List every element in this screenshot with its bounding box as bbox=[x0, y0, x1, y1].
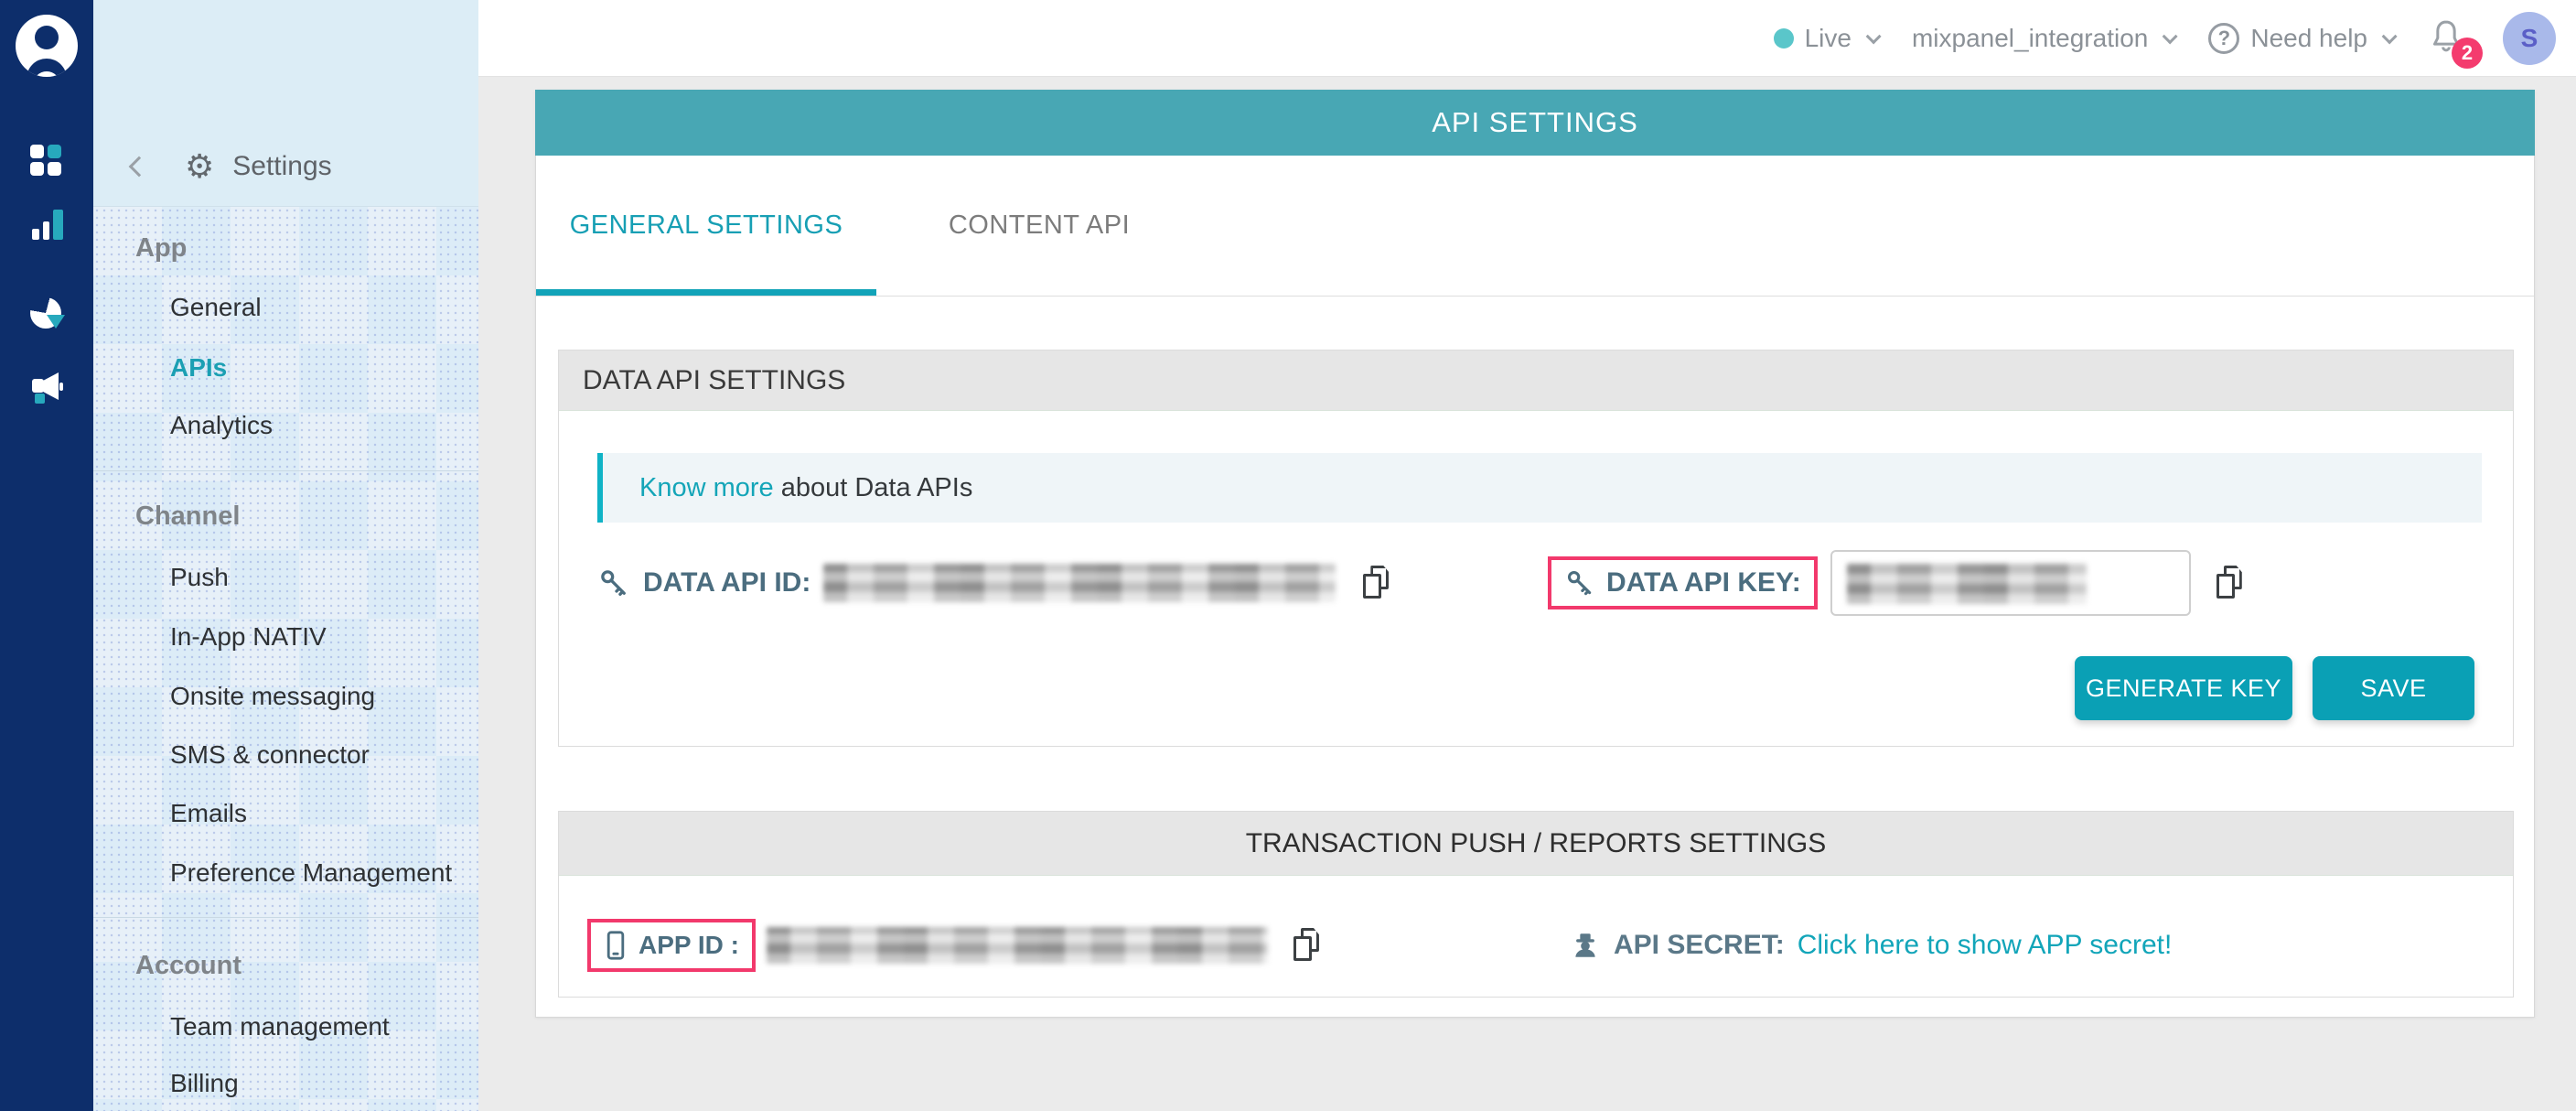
project-name: mixpanel_integration bbox=[1912, 24, 2148, 53]
sidebar-item-apis[interactable]: APIs bbox=[170, 353, 227, 383]
data-api-key-highlight-box: DATA API KEY: bbox=[1548, 556, 1818, 609]
notification-count-badge: 2 bbox=[2452, 38, 2483, 69]
sidebar-item-inapp-nativ[interactable]: In-App NATIV bbox=[170, 622, 327, 652]
analytics-bars-icon[interactable] bbox=[30, 207, 63, 240]
app-root: ⚙ Settings App General APIs Analytics Ch… bbox=[0, 0, 2576, 1111]
sidebar-section-app: App bbox=[135, 233, 187, 264]
sidebar-item-onsite-messaging[interactable]: Onsite messaging bbox=[170, 682, 375, 711]
data-api-settings-header: DATA API SETTINGS bbox=[559, 351, 2513, 411]
project-dropdown[interactable]: mixpanel_integration bbox=[1912, 24, 2174, 53]
chevron-down-icon bbox=[2163, 28, 2178, 44]
app-id-value-redacted bbox=[767, 927, 1268, 964]
data-api-id-row: DATA API ID: bbox=[597, 556, 1392, 610]
know-more-text: about Data APIs bbox=[774, 473, 973, 503]
api-secret-label: API SECRET: bbox=[1614, 930, 1785, 961]
sidebar-divider bbox=[93, 917, 478, 918]
help-label: Need help bbox=[2250, 24, 2367, 53]
sidebar-item-sms-connector[interactable]: SMS & connector bbox=[170, 740, 370, 770]
sidebar-item-team-management[interactable]: Team management bbox=[170, 1012, 390, 1041]
sidebar-item-emails[interactable]: Emails bbox=[170, 799, 247, 828]
generate-key-button[interactable]: GENERATE KEY bbox=[2075, 656, 2292, 720]
app-id-label: APP ID : bbox=[639, 931, 739, 960]
api-settings-card: API SETTINGS GENERAL SETTINGS CONTENT AP… bbox=[535, 90, 2535, 1018]
sidebar-title: Settings bbox=[232, 151, 331, 182]
know-more-infobox: Know more about Data APIs bbox=[597, 453, 2482, 523]
transaction-push-section: TRANSACTION PUSH / REPORTS SETTINGS APP … bbox=[558, 811, 2514, 998]
campaigns-megaphone-icon[interactable] bbox=[30, 371, 63, 404]
notifications-button[interactable]: 2 bbox=[2428, 16, 2468, 61]
data-api-key-row: DATA API KEY: bbox=[1548, 543, 2246, 623]
chevron-down-icon bbox=[2382, 28, 2398, 44]
sidebar-nav: App General APIs Analytics Channel Push … bbox=[93, 207, 478, 1111]
copy-icon[interactable] bbox=[1293, 928, 1323, 963]
settings-sidebar: ⚙ Settings App General APIs Analytics Ch… bbox=[93, 0, 478, 1111]
data-api-buttons: GENERATE KEY SAVE bbox=[2075, 656, 2474, 720]
key-icon bbox=[1564, 567, 1595, 599]
sidebar-item-analytics[interactable]: Analytics bbox=[170, 411, 273, 440]
dashboard-grid-icon[interactable] bbox=[30, 145, 63, 178]
tab-bar: GENERAL SETTINGS CONTENT API bbox=[536, 156, 2534, 297]
app-rail bbox=[0, 0, 93, 1111]
data-api-id-label: DATA API ID: bbox=[643, 567, 810, 599]
app-id-row: APP ID : bbox=[587, 911, 1323, 980]
page-title: API SETTINGS bbox=[535, 90, 2535, 156]
sidebar-divider bbox=[93, 470, 478, 471]
sidebar-section-channel: Channel bbox=[135, 502, 240, 532]
key-icon bbox=[597, 566, 630, 599]
sidebar-item-general[interactable]: General bbox=[170, 293, 262, 322]
secret-agent-icon bbox=[1570, 930, 1601, 961]
app-id-highlight-box: APP ID : bbox=[587, 919, 756, 972]
tab-general-settings[interactable]: GENERAL SETTINGS bbox=[536, 156, 876, 296]
tab-content-api[interactable]: CONTENT API bbox=[902, 156, 1176, 296]
chevron-down-icon bbox=[1866, 28, 1882, 44]
top-bar: Live mixpanel_integration ? Need help 2 … bbox=[478, 0, 2576, 77]
user-avatar[interactable]: S bbox=[2503, 12, 2556, 65]
live-status-dot-icon bbox=[1774, 28, 1794, 49]
data-api-settings-section: DATA API SETTINGS Know more about Data A… bbox=[558, 350, 2514, 747]
copy-icon[interactable] bbox=[1363, 566, 1392, 600]
data-api-id-value-redacted bbox=[823, 564, 1336, 602]
know-more-link[interactable]: Know more bbox=[639, 473, 774, 503]
live-label: Live bbox=[1805, 24, 1852, 53]
data-api-key-input[interactable] bbox=[1830, 550, 2191, 616]
sidebar-section-account: Account bbox=[135, 951, 242, 981]
transaction-push-header: TRANSACTION PUSH / REPORTS SETTINGS bbox=[559, 812, 2513, 876]
copy-icon[interactable] bbox=[2216, 566, 2246, 600]
show-app-secret-link[interactable]: Click here to show APP secret! bbox=[1798, 930, 2173, 961]
brand-logo-icon[interactable] bbox=[16, 15, 78, 77]
sidebar-item-billing[interactable]: Billing bbox=[170, 1069, 239, 1098]
help-dropdown[interactable]: ? Need help bbox=[2208, 23, 2393, 54]
segments-pie-icon[interactable] bbox=[30, 297, 63, 330]
sidebar-header: ⚙ Settings bbox=[93, 0, 478, 207]
gear-icon: ⚙ bbox=[185, 150, 214, 183]
sidebar-item-push[interactable]: Push bbox=[170, 563, 229, 592]
sidebar-item-preference-management[interactable]: Preference Management bbox=[170, 858, 452, 888]
data-api-key-value-redacted bbox=[1847, 564, 2087, 604]
save-button[interactable]: SAVE bbox=[2313, 656, 2474, 720]
api-secret-row: API SECRET: Click here to show APP secre… bbox=[1570, 918, 2172, 973]
back-chevron-icon[interactable] bbox=[129, 156, 150, 178]
help-question-icon: ? bbox=[2208, 23, 2239, 54]
data-api-key-label: DATA API KEY: bbox=[1606, 567, 1801, 599]
environment-dropdown[interactable]: Live bbox=[1774, 24, 1877, 53]
phone-icon bbox=[604, 930, 628, 961]
